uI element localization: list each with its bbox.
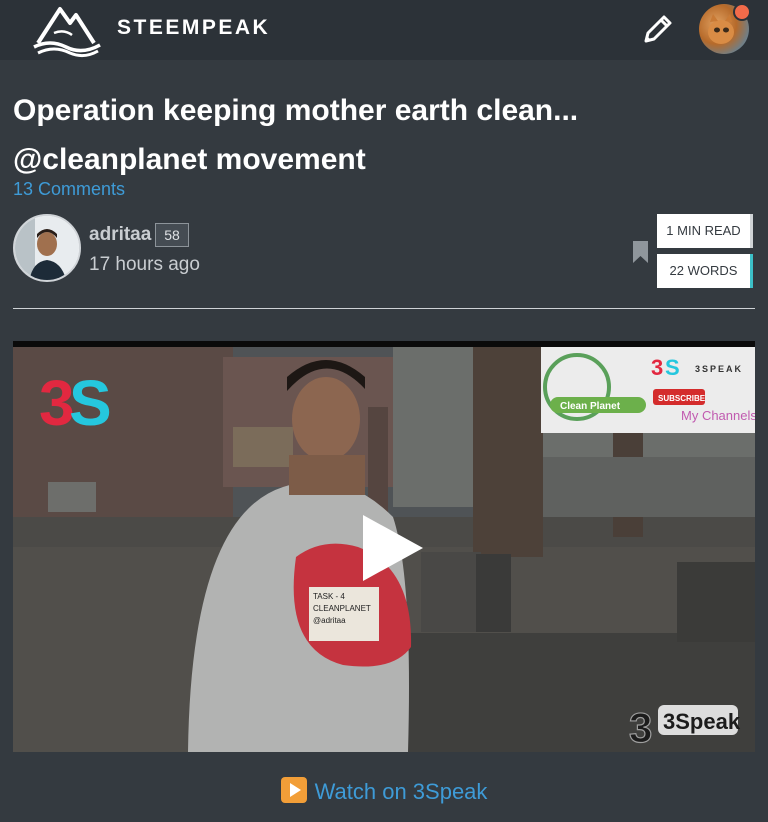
bookmark-icon[interactable] <box>633 241 648 263</box>
watermark-3speak: 3Speak <box>663 709 741 734</box>
corner-3s-logo-blue: S <box>69 367 112 439</box>
post-title: Operation keeping mother earth clean... … <box>13 94 579 176</box>
steempeak-logo-icon[interactable] <box>30 3 104 59</box>
overlay-my-channels: My Channels <box>681 408 755 423</box>
top-navbar: STEEMPEAK <box>0 0 768 60</box>
post-time: 17 hours ago <box>89 254 200 275</box>
note-line-2: CLEANPLANET <box>313 604 371 613</box>
play-icon[interactable] <box>357 513 427 583</box>
comments-link[interactable]: 13 Comments <box>13 179 125 200</box>
overlay-clean-planet: Clean Planet <box>560 401 621 412</box>
pencil-icon[interactable] <box>640 11 676 47</box>
author-avatar[interactable] <box>13 214 81 282</box>
notification-dot <box>733 3 751 21</box>
note-line-3: @adritaa <box>313 616 346 625</box>
divider <box>13 308 755 309</box>
reputation-badge: 58 <box>155 223 189 247</box>
svg-text:3: 3 <box>629 704 652 751</box>
read-time-badge: 1 MIN READ <box>657 214 753 248</box>
author-name[interactable]: adritaa <box>89 224 151 246</box>
overlay-subscribe: SUBSCRIBE <box>658 394 706 403</box>
brand-name[interactable]: STEEMPEAK <box>117 16 270 40</box>
svg-text:3: 3 <box>651 355 663 380</box>
video-player[interactable]: TASK - 4 CLEANPLANET @adritaa 3 S Clean … <box>13 341 755 752</box>
note-line-1: TASK - 4 <box>313 592 345 601</box>
watch-on-3speak-link[interactable]: Watch on 3Speak <box>0 777 768 805</box>
play-button-emoji-icon <box>280 777 307 803</box>
watch-label[interactable]: Watch on 3Speak <box>315 779 488 804</box>
user-avatar[interactable] <box>699 3 751 54</box>
overlay-3speak: 3SPEAK <box>695 364 743 374</box>
word-count-badge: 22 WORDS <box>657 254 753 288</box>
svg-text:S: S <box>665 355 680 380</box>
